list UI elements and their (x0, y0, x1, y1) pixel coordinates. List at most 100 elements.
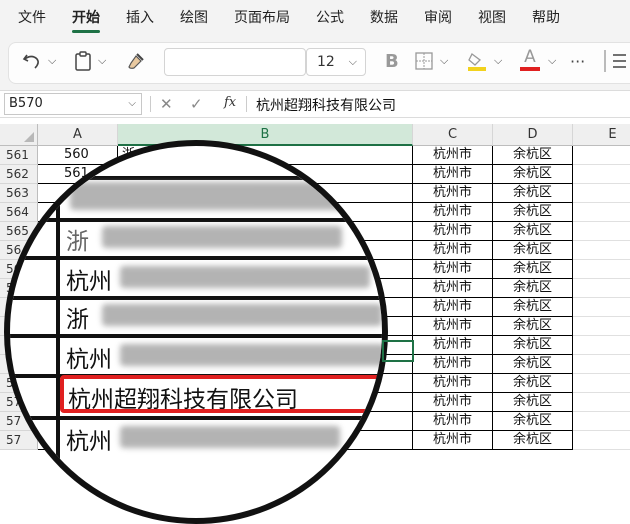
cell-e[interactable] (573, 222, 630, 241)
brush-icon[interactable] (126, 50, 146, 72)
cell-d[interactable]: 余杭区 (493, 165, 573, 184)
cell-d[interactable]: 余杭区 (493, 393, 573, 412)
cell-c[interactable]: 杭州市 (413, 146, 493, 165)
cell-d[interactable]: 余杭区 (493, 355, 573, 374)
cell-c[interactable]: 杭州市 (413, 374, 493, 393)
cell-d[interactable]: 余杭区 (493, 374, 573, 393)
borders-dropdown-chevron-icon[interactable]: ⌵ (440, 50, 448, 72)
cell-e[interactable] (573, 317, 630, 336)
cell-e[interactable] (573, 146, 630, 165)
cell-c[interactable]: 杭州市 (413, 412, 493, 431)
insert-function-button[interactable]: fx (224, 95, 236, 110)
more-options-button[interactable]: ··· (570, 50, 585, 72)
formula-divider (150, 96, 151, 112)
cell-e[interactable] (573, 336, 630, 355)
cell-c[interactable]: 杭州市 (413, 222, 493, 241)
mag-gridline (10, 334, 382, 338)
menu-review[interactable]: 审阅 (424, 0, 452, 36)
select-all-corner[interactable] (0, 124, 38, 146)
clipboard-icon[interactable] (74, 50, 92, 72)
cell-c[interactable]: 杭州市 (413, 260, 493, 279)
cell-e[interactable] (573, 165, 630, 184)
font-color-swatch (520, 67, 540, 71)
cell-d[interactable]: 余杭区 (493, 222, 573, 241)
enter-icon[interactable]: ✓ (190, 95, 203, 113)
cell-e[interactable] (573, 412, 630, 431)
font-size-combobox[interactable]: 12 ⌵ (306, 48, 366, 76)
undo-icon[interactable] (22, 50, 42, 72)
cell-c[interactable]: 杭州市 (413, 203, 493, 222)
cell-d[interactable]: 余杭区 (493, 241, 573, 260)
cell-d[interactable]: 余杭区 (493, 146, 573, 165)
row-header[interactable]: 563 (0, 184, 38, 203)
menu-insert[interactable]: 插入 (126, 0, 154, 36)
fill-color-dropdown-chevron-icon[interactable]: ⌵ (494, 50, 502, 72)
name-box-value: B570 (9, 96, 43, 111)
formula-divider-2 (246, 96, 247, 112)
column-header-e[interactable]: E (573, 124, 630, 146)
cell-c[interactable]: 杭州市 (413, 241, 493, 260)
paste-dropdown-chevron-icon[interactable]: ⌵ (98, 50, 106, 72)
cell-c[interactable]: 杭州市 (413, 355, 493, 374)
cancel-icon[interactable]: ✕ (160, 95, 173, 113)
cell-c[interactable]: 杭州市 (413, 298, 493, 317)
cell-d[interactable]: 余杭区 (493, 298, 573, 317)
cell-e[interactable] (573, 298, 630, 317)
menu-view[interactable]: 视图 (478, 0, 506, 36)
cell-d[interactable]: 余杭区 (493, 431, 573, 450)
font-color-dropdown-chevron-icon[interactable]: ⌵ (548, 50, 556, 72)
menu-draw[interactable]: 绘图 (180, 0, 208, 36)
cell-c[interactable]: 杭州市 (413, 393, 493, 412)
font-color-button[interactable]: A (520, 49, 540, 72)
column-header-c[interactable]: C (413, 124, 493, 146)
cell-e[interactable] (573, 431, 630, 450)
cell-e[interactable] (573, 355, 630, 374)
cell-e[interactable] (573, 374, 630, 393)
mag-gridline (10, 176, 382, 180)
undo-dropdown-chevron-icon[interactable]: ⌵ (48, 50, 56, 72)
cell-d[interactable]: 余杭区 (493, 260, 573, 279)
cell-d[interactable]: 余杭区 (493, 203, 573, 222)
list-icon[interactable] (612, 50, 626, 72)
cell-e[interactable] (573, 203, 630, 222)
cell-d[interactable]: 余杭区 (493, 317, 573, 336)
mag-cell-text: 浙 (66, 307, 89, 333)
column-header-a[interactable]: A (38, 124, 118, 146)
mag-column-line (56, 146, 60, 518)
cell-c[interactable]: 杭州市 (413, 279, 493, 298)
menu-help[interactable]: 帮助 (532, 0, 560, 36)
menu-data[interactable]: 数据 (370, 0, 398, 36)
menu-page-layout[interactable]: 页面布局 (234, 0, 290, 36)
cell-c[interactable]: 杭州市 (413, 317, 493, 336)
menu-formulas[interactable]: 公式 (316, 0, 344, 36)
cell-c[interactable]: 杭州市 (413, 336, 493, 355)
cell-c[interactable]: 杭州市 (413, 431, 493, 450)
cell-e[interactable] (573, 279, 630, 298)
toolbar-divider (604, 50, 606, 72)
blurred-text (102, 304, 382, 326)
font-name-combobox[interactable] (164, 48, 306, 76)
cell-e[interactable] (573, 241, 630, 260)
cell-e[interactable] (573, 184, 630, 203)
cell-d[interactable]: 余杭区 (493, 412, 573, 431)
cell-e[interactable] (573, 393, 630, 412)
highlight-box (60, 375, 382, 413)
row-header[interactable]: 562 (0, 165, 38, 184)
menu-file[interactable]: 文件 (18, 0, 46, 36)
name-box-chevron-icon: ⌵ (128, 98, 136, 109)
cell-d[interactable]: 余杭区 (493, 279, 573, 298)
blurred-text (70, 182, 370, 210)
cell-c[interactable]: 杭州市 (413, 184, 493, 203)
borders-icon[interactable] (414, 50, 434, 72)
bold-button[interactable]: B (385, 50, 399, 72)
name-box[interactable]: B570 ⌵ (4, 93, 142, 115)
formula-input[interactable]: 杭州超翔科技有限公司 (256, 95, 396, 115)
cell-d[interactable]: 余杭区 (493, 336, 573, 355)
menu-home[interactable]: 开始 (72, 0, 100, 36)
column-header-d[interactable]: D (493, 124, 573, 146)
cell-d[interactable]: 余杭区 (493, 184, 573, 203)
row-header[interactable]: 561 (0, 146, 38, 165)
cell-e[interactable] (573, 260, 630, 279)
fill-color-icon[interactable] (466, 50, 488, 72)
cell-c[interactable]: 杭州市 (413, 165, 493, 184)
